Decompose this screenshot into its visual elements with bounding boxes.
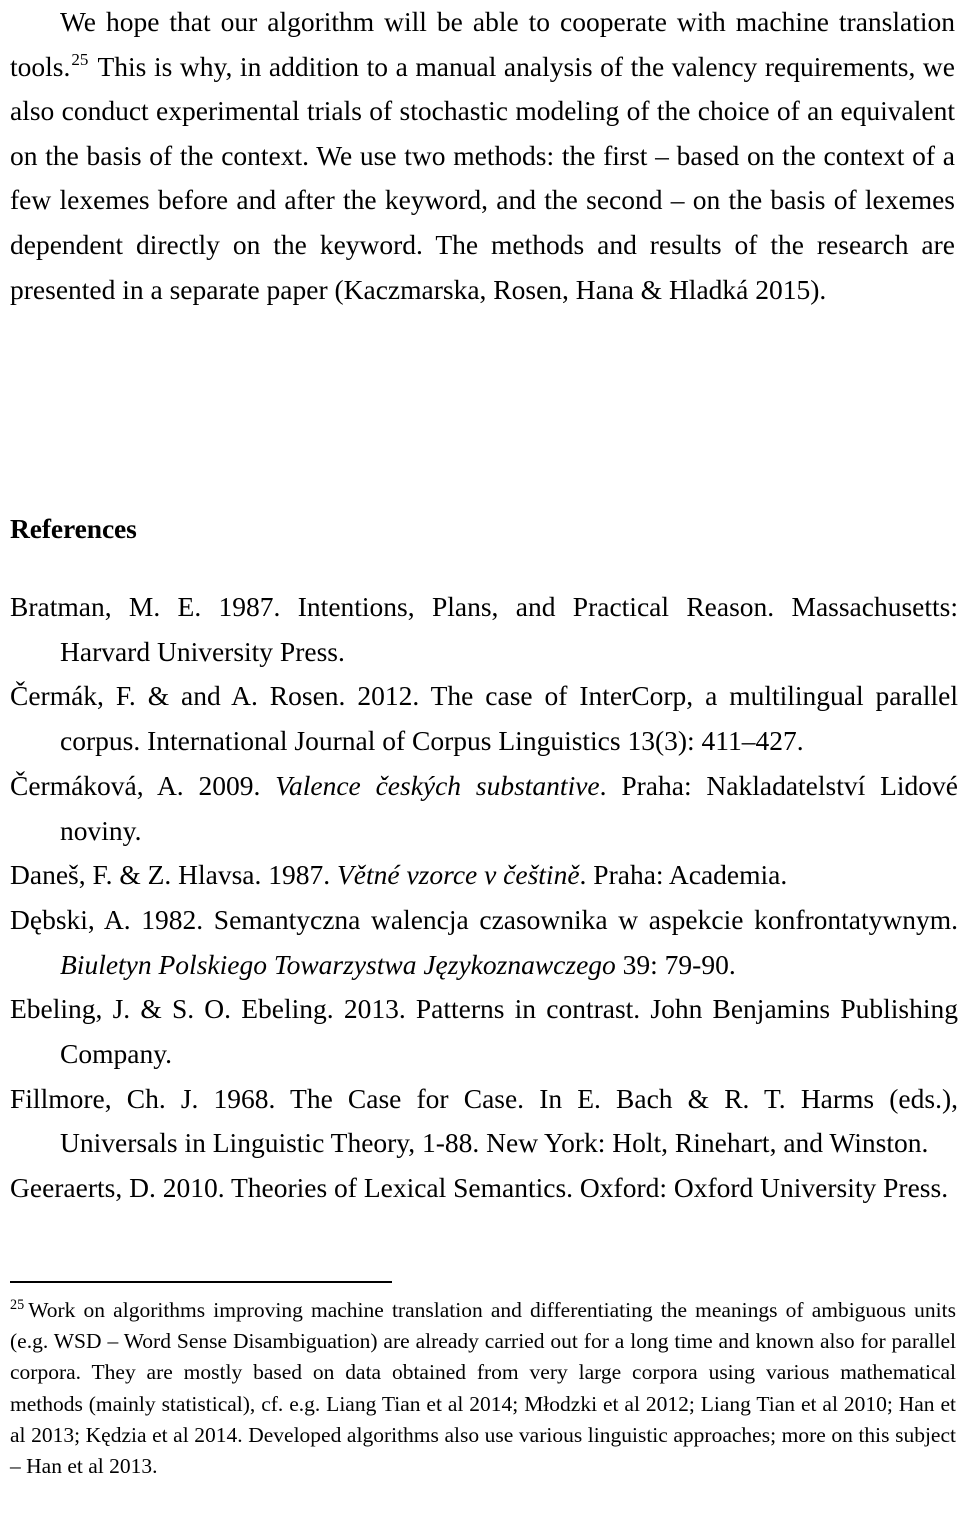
body-text-after-footnote-marker: This is why, in addition to a manual ana…	[10, 50, 955, 305]
reference-entry-cermak-rosen-2012: Čermák, F. & and A. Rosen. 2012. The cas…	[10, 674, 958, 763]
references-heading: References	[10, 513, 137, 544]
document-page: We hope that our algorithm will be able …	[0, 0, 960, 1514]
reference-title-italic: Valence českých substantive	[275, 769, 600, 801]
body-text-block: We hope that our algorithm will be able …	[10, 0, 955, 312]
reference-entry-ebeling-ebeling-2013: Ebeling, J. & S. O. Ebeling. 2013. Patte…	[10, 987, 958, 1076]
reference-entry-danes-hlavsa-1987: Daneš, F. & Z. Hlavsa. 1987. Větné vzorc…	[10, 853, 958, 898]
reference-text: Fillmore, Ch. J. 1968. The Case for Case…	[10, 1082, 958, 1159]
reference-entry-bratman-1987: Bratman, M. E. 1987. Intentions, Plans, …	[10, 585, 958, 674]
footnote-reference-marker[interactable]: 25	[70, 50, 90, 69]
reference-title-italic: Větné vzorce v češtině	[337, 859, 580, 891]
footnote-number: 25	[10, 1296, 25, 1313]
footnote-body: Work on algorithms improving machine tra…	[10, 1298, 956, 1479]
footnote-block: 25 Work on algorithms improving machine t…	[10, 1295, 956, 1482]
reference-entry-cermakova-2009: Čermáková, A. 2009. Valence českých subs…	[10, 764, 958, 853]
reference-text: Čermák, F. & and A. Rosen. 2012. The cas…	[10, 680, 958, 757]
footnote-separator-rule	[10, 1281, 392, 1283]
reference-text: Bratman, M. E. 1987. Intentions, Plans, …	[10, 591, 958, 667]
reference-text: Dębski, A. 1982. Semantyczna walencja cz…	[10, 903, 958, 935]
reference-text: Geeraerts, D. 2010. Theories of Lexical …	[10, 1172, 949, 1204]
body-paragraph: We hope that our algorithm will be able …	[10, 0, 955, 312]
footnote-text: 25 Work on algorithms improving machine t…	[10, 1295, 956, 1482]
reference-text: Ebeling, J. & S. O. Ebeling. 2013. Patte…	[10, 993, 958, 1070]
reference-entry-debski-1982: Dębski, A. 1982. Semantyczna walencja cz…	[10, 898, 958, 987]
reference-text-tail: . Praha: Academia.	[579, 859, 788, 891]
reference-journal-italic: Biuletyn Polskiego Towarzystwa Językozna…	[60, 948, 616, 980]
reference-entry-geeraerts-2010: Geeraerts, D. 2010. Theories of Lexical …	[10, 1166, 958, 1211]
reference-entry-fillmore-1968: Fillmore, Ch. J. 1968. The Case for Case…	[10, 1077, 958, 1166]
reference-text: Daneš, F. & Z. Hlavsa. 1987.	[10, 859, 337, 891]
reference-text-tail: 39: 79-90.	[615, 948, 736, 980]
reference-text: Čermáková, A. 2009.	[10, 769, 276, 801]
references-list: Bratman, M. E. 1987. Intentions, Plans, …	[10, 585, 958, 1211]
